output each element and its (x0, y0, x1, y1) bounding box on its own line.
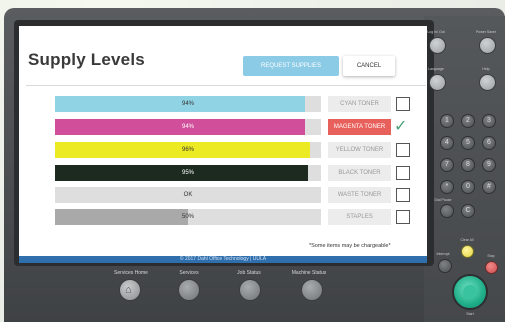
machine-status-label: Machine Status (291, 270, 327, 276)
cancel-button[interactable]: CANCEL (343, 56, 395, 76)
home-icon: ⌂ (125, 284, 132, 296)
supply-row: 94% CYAN TONER (55, 96, 421, 112)
page-title: Supply Levels (28, 50, 145, 69)
dial-pause-button[interactable] (440, 204, 454, 218)
clear-all-label: Clear All (460, 238, 474, 242)
check-icon[interactable]: ✓ (394, 116, 407, 136)
chargeable-note: *Some items may be chargeable* (309, 243, 391, 249)
supply-level-text: OK (183, 192, 193, 198)
key-9[interactable]: 9 (482, 158, 496, 172)
divider (26, 85, 426, 86)
supply-checkbox[interactable] (396, 143, 410, 157)
supply-name-label[interactable]: YELLOW TONER (328, 142, 391, 158)
key-5[interactable]: 5 (461, 136, 475, 150)
supply-name-label[interactable]: WASTE TONER (328, 187, 391, 203)
language-button[interactable] (429, 74, 446, 91)
key-star[interactable]: * (440, 180, 454, 194)
key-2[interactable]: 2 (461, 114, 475, 128)
supply-row: 94% MAGENTA TONER ✓ (55, 116, 421, 136)
login-button[interactable] (429, 37, 446, 54)
request-supplies-button[interactable]: REQUEST SUPPLIES (243, 56, 339, 76)
services-home-button[interactable]: ⌂ (119, 279, 141, 301)
clear-all-button[interactable] (461, 245, 474, 258)
interrupt-button[interactable] (438, 259, 452, 273)
start-button-center (463, 285, 477, 299)
supply-name-label[interactable]: BLACK TONER (328, 165, 391, 181)
supply-row: OK WASTE TONER (55, 187, 421, 203)
key-4[interactable]: 4 (440, 136, 454, 150)
key-hash[interactable]: # (482, 180, 496, 194)
supply-level-text: 50% (181, 214, 194, 220)
job-status-label: Job Status (237, 270, 261, 276)
key-0[interactable]: 0 (461, 180, 475, 194)
stop-label: Stop (487, 254, 495, 258)
start-button[interactable] (452, 274, 488, 310)
help-button[interactable] (479, 74, 496, 91)
supply-name-label[interactable]: MAGENTA TONER (328, 119, 391, 135)
machine-status-button[interactable] (301, 279, 323, 301)
language-label: Language (428, 67, 444, 71)
job-status-button[interactable] (239, 279, 261, 301)
supply-checkbox[interactable] (396, 210, 410, 224)
start-label: Start (466, 312, 474, 316)
supply-name-label[interactable]: CYAN TONER (328, 96, 391, 112)
login-label: Log In/ Out (427, 30, 445, 34)
supply-row: 96% YELLOW TONER (55, 142, 421, 158)
supply-level-text: 94% (181, 101, 194, 107)
power-saver-button[interactable] (479, 37, 496, 54)
interrupt-label: Interrupt (436, 252, 450, 256)
dial-pause-label: Dial Pause (434, 198, 452, 202)
supply-row: 95% BLACK TONER (55, 165, 421, 181)
key-3[interactable]: 3 (482, 114, 496, 128)
supply-level-text: 96% (181, 147, 194, 153)
supply-checkbox[interactable] (396, 166, 410, 180)
stop-button[interactable] (485, 261, 498, 274)
services-label: Services (179, 270, 199, 276)
key-c[interactable]: C (461, 204, 475, 218)
supply-name-label[interactable]: STAPLES (328, 209, 391, 225)
services-home-label: Services Home (114, 270, 148, 276)
services-button[interactable] (178, 279, 200, 301)
power-saver-label: Power Saver (475, 30, 497, 34)
supply-checkbox[interactable] (396, 97, 410, 111)
supply-checkbox[interactable] (396, 188, 410, 202)
key-6[interactable]: 6 (482, 136, 496, 150)
footer-bar: © 2017 Dahl Office Technology | UULA (19, 256, 427, 263)
supply-level-text: 94% (181, 124, 194, 130)
key-7[interactable]: 7 (440, 158, 454, 172)
help-label: Help (482, 67, 490, 71)
supply-level-text: 95% (181, 170, 194, 176)
supply-row: 50% STAPLES (55, 209, 421, 225)
key-1[interactable]: 1 (440, 114, 454, 128)
key-8[interactable]: 8 (461, 158, 475, 172)
